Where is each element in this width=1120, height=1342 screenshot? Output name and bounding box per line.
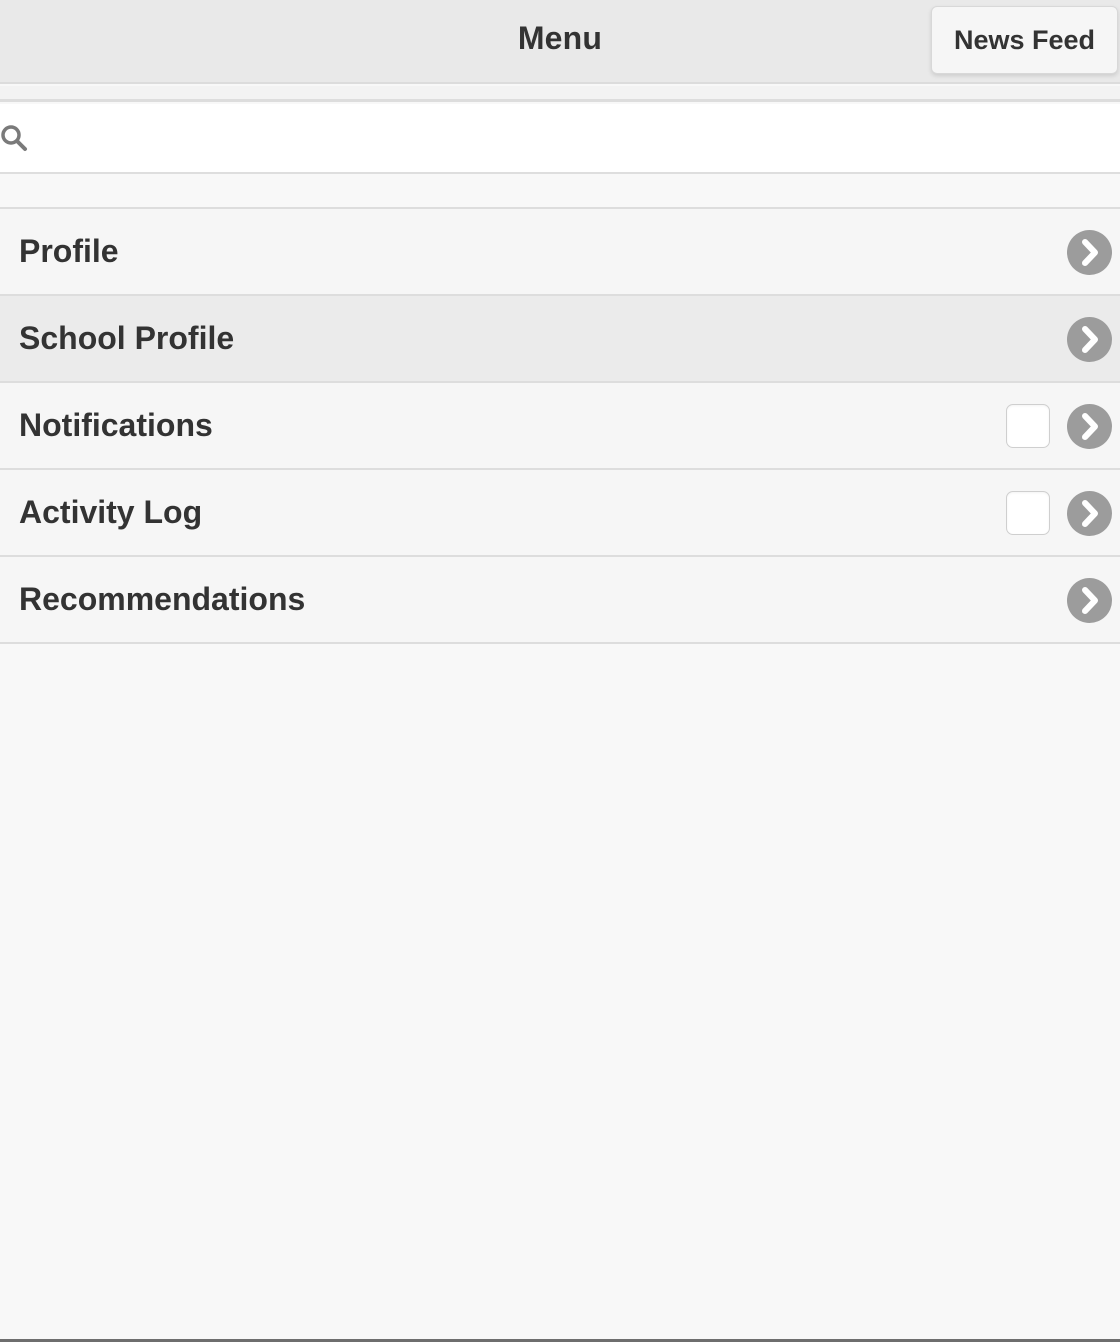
chevron-right-icon [1067,578,1112,623]
chevron-right-icon [1067,404,1112,449]
notifications-checkbox[interactable] [1006,404,1050,448]
menu-item-label: Activity Log [19,494,203,530]
menu-item-label: Notifications [19,407,213,443]
chevron-right-icon [1067,317,1112,362]
search-icon [0,124,30,154]
menu-item-recommendations[interactable]: Recommendations [0,557,1120,644]
search-input[interactable] [40,112,1110,166]
chevron-right-icon [1067,491,1112,536]
menu-item-activity-log[interactable]: Activity Log [0,470,1120,557]
menu-item-notifications[interactable]: Notifications [0,383,1120,470]
menu-item-label: Profile [19,233,119,269]
menu-item-profile[interactable]: Profile [0,209,1120,296]
chevron-right-icon [1067,230,1112,275]
news-feed-button[interactable]: News Feed [931,6,1118,74]
menu-item-label: School Profile [19,320,235,356]
menu-screen: Menu News Feed Profile School Profile No… [0,0,1120,1342]
menu-list: Profile School Profile Notifications Act… [0,207,1120,644]
search-bar [0,104,1120,174]
header-divider [0,86,1120,102]
menu-item-school-profile[interactable]: School Profile [0,296,1120,383]
menu-item-label: Recommendations [19,581,306,617]
activity-log-checkbox[interactable] [1006,491,1050,535]
header-bar: Menu News Feed [0,0,1120,84]
